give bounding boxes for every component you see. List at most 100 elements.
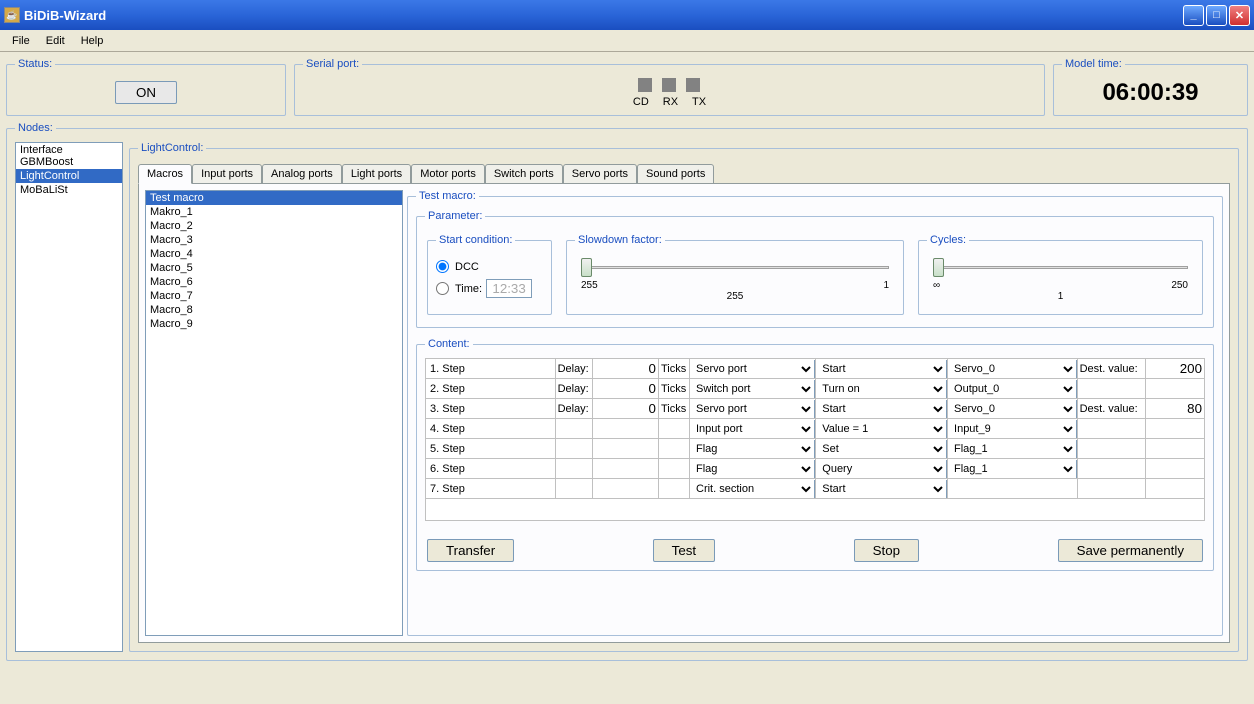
maximize-button[interactable]: □	[1206, 5, 1227, 26]
target-select[interactable]: Flag_1	[948, 460, 1077, 478]
tab-motor-ports[interactable]: Motor ports	[411, 164, 485, 184]
target-select[interactable]: Servo_0	[948, 360, 1077, 378]
menu-edit[interactable]: Edit	[38, 33, 73, 49]
tab-servo-ports[interactable]: Servo ports	[563, 164, 637, 184]
on-button[interactable]: ON	[115, 81, 177, 104]
tab-switch-ports[interactable]: Switch ports	[485, 164, 563, 184]
macro-item[interactable]: Macro_5	[146, 261, 402, 275]
minimize-button[interactable]: _	[1183, 5, 1204, 26]
dest-value-input[interactable]	[1146, 360, 1204, 378]
port-type-select[interactable]: Servo port	[690, 400, 815, 418]
node-item[interactable]: Interface GBMBoost	[16, 143, 122, 169]
table-row: 6. StepFlagQueryFlag_1	[426, 459, 1205, 479]
target-select[interactable]: Output_0	[948, 380, 1077, 398]
delay-label: Delay:	[555, 379, 593, 399]
tab-light-ports[interactable]: Light ports	[342, 164, 411, 184]
tab-input-ports[interactable]: Input ports	[192, 164, 262, 184]
test-button[interactable]: Test	[653, 539, 715, 562]
action-select[interactable]: Set	[816, 440, 947, 458]
action-select[interactable]: Start	[816, 400, 947, 418]
dest-value-input[interactable]	[1146, 400, 1204, 418]
tab-body-macros: Test macroMakro_1Macro_2Macro_3Macro_4Ma…	[138, 183, 1230, 643]
action-select[interactable]: Value = 1	[816, 420, 947, 438]
steps-table: 1. StepDelay:TicksServo portStartServo_0…	[425, 358, 1205, 521]
ticks-label: Ticks	[658, 359, 689, 379]
action-select[interactable]: Turn on	[816, 380, 947, 398]
dest-label	[1077, 439, 1145, 459]
step-label: 3. Step	[426, 399, 556, 419]
port-type-select[interactable]: Flag	[690, 440, 815, 458]
serial-panel: Serial port: CD RX TX	[294, 58, 1045, 116]
time-input[interactable]	[486, 279, 532, 298]
macro-item[interactable]: Macro_9	[146, 317, 402, 331]
time-label: Time:	[455, 283, 482, 295]
dest-label: Dest. value:	[1077, 399, 1145, 419]
macro-list[interactable]: Test macroMakro_1Macro_2Macro_3Macro_4Ma…	[145, 190, 403, 636]
delay-input[interactable]	[593, 360, 658, 378]
ticks-label	[658, 419, 689, 439]
ticks-label	[658, 479, 689, 499]
macro-item[interactable]: Macro_8	[146, 303, 402, 317]
delay-label	[555, 419, 593, 439]
port-type-select[interactable]: Switch port	[690, 380, 815, 398]
slowdown-value: 255	[581, 291, 889, 302]
dcc-radio[interactable]	[436, 260, 449, 273]
cycles-legend: Cycles:	[927, 234, 969, 246]
action-select[interactable]: Start	[816, 480, 947, 498]
transfer-button[interactable]: Transfer	[427, 539, 514, 562]
cd-led-icon	[638, 78, 652, 92]
macro-item[interactable]: Macro_3	[146, 233, 402, 247]
menu-help[interactable]: Help	[73, 33, 112, 49]
tab-analog-ports[interactable]: Analog ports	[262, 164, 342, 184]
table-row: 4. StepInput portValue = 1Input_9	[426, 419, 1205, 439]
cycles-slider[interactable]	[933, 258, 1188, 278]
macro-item[interactable]: Macro_7	[146, 289, 402, 303]
tab-sound-ports[interactable]: Sound ports	[637, 164, 714, 184]
nodes-list[interactable]: Interface GBMBoostLightControlMoBaLiSt	[15, 142, 123, 652]
target-select[interactable]: Flag_1	[948, 440, 1077, 458]
delay-label	[555, 479, 593, 499]
target-select[interactable]: Input_9	[948, 420, 1077, 438]
action-select[interactable]: Start	[816, 360, 947, 378]
slowdown-slider[interactable]	[581, 258, 889, 278]
parameter-panel: Parameter: Start condition: DCC	[416, 210, 1214, 328]
macro-item[interactable]: Macro_2	[146, 219, 402, 233]
close-button[interactable]: ✕	[1229, 5, 1250, 26]
status-legend: Status:	[15, 58, 55, 70]
node-item[interactable]: LightControl	[16, 169, 122, 183]
target-select[interactable]: Servo_0	[948, 400, 1077, 418]
port-type-select[interactable]: Input port	[690, 420, 815, 438]
window-title: BiDiB-Wizard	[24, 8, 1181, 23]
cycles-max: 250	[1171, 280, 1188, 291]
action-select[interactable]: Query	[816, 460, 947, 478]
tabs: MacrosInput portsAnalog portsLight ports…	[138, 164, 1230, 184]
node-item[interactable]: MoBaLiSt	[16, 183, 122, 197]
delay-label	[555, 439, 593, 459]
save-permanently-button[interactable]: Save permanently	[1058, 539, 1203, 562]
dest-label: Dest. value:	[1077, 359, 1145, 379]
time-radio[interactable]	[436, 282, 449, 295]
macro-item[interactable]: Test macro	[146, 191, 402, 205]
port-type-select[interactable]: Servo port	[690, 360, 815, 378]
cycles-min: ∞	[933, 280, 940, 291]
delay-input[interactable]	[593, 380, 658, 398]
macro-detail-legend: Test macro:	[416, 190, 479, 202]
model-time-legend: Model time:	[1062, 58, 1125, 70]
step-label: 1. Step	[426, 359, 556, 379]
macro-item[interactable]: Macro_6	[146, 275, 402, 289]
start-condition-panel: Start condition: DCC Time:	[427, 234, 552, 315]
tab-macros[interactable]: Macros	[138, 164, 192, 184]
port-type-select[interactable]: Flag	[690, 460, 815, 478]
lightcontrol-legend: LightControl:	[138, 142, 206, 154]
menu-file[interactable]: File	[4, 33, 38, 49]
rx-label: RX	[663, 96, 678, 108]
macro-item[interactable]: Macro_4	[146, 247, 402, 261]
macro-item[interactable]: Makro_1	[146, 205, 402, 219]
cycles-value: 1	[933, 291, 1188, 302]
table-row: 1. StepDelay:TicksServo portStartServo_0…	[426, 359, 1205, 379]
content-legend: Content:	[425, 338, 473, 350]
titlebar: ☕ BiDiB-Wizard _ □ ✕	[0, 0, 1254, 30]
delay-input[interactable]	[593, 400, 658, 418]
port-type-select[interactable]: Crit. section	[690, 480, 815, 498]
stop-button[interactable]: Stop	[854, 539, 919, 562]
